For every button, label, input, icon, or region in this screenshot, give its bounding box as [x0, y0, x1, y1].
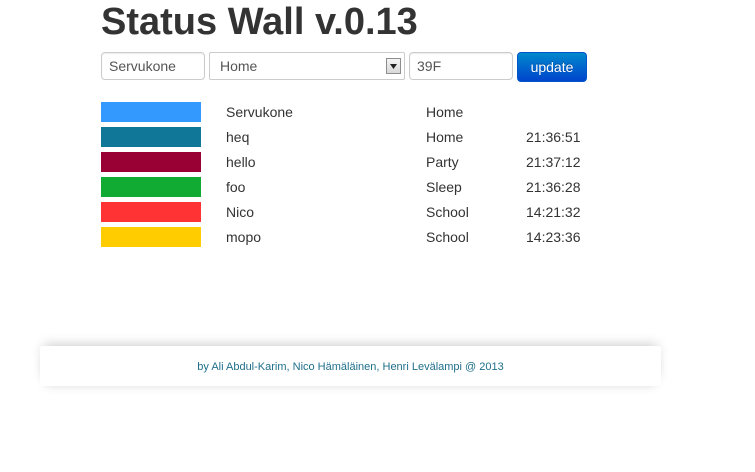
page-title: Status Wall v.0.13	[101, 1, 418, 43]
status-list: Servukone Home heq Home 21:36:51 hello Party 21…	[101, 100, 601, 250]
footer-credits: by Ali Abdul-Karim, Nico Hämäläinen, Hen…	[197, 361, 504, 373]
status-row: foo Sleep 21:36:28	[101, 175, 601, 200]
status-time: 21:36:51	[526, 129, 581, 145]
status-row: Nico School 14:21:32	[101, 200, 601, 225]
status-select[interactable]: Home	[209, 52, 405, 80]
status-row: heq Home 21:36:51	[101, 125, 601, 150]
status-time: 14:21:32	[526, 204, 581, 220]
status-color-swatch	[101, 227, 201, 247]
status-row: Servukone Home	[101, 100, 601, 125]
status-color-swatch	[101, 202, 201, 222]
footer: by Ali Abdul-Karim, Nico Hämäläinen, Hen…	[40, 346, 661, 386]
status-value: School	[426, 229, 469, 245]
status-select-value: Home	[220, 58, 258, 74]
status-color-swatch	[101, 152, 201, 172]
status-time: 14:23:36	[526, 229, 581, 245]
status-color-swatch	[101, 127, 201, 147]
status-user-name: Servukone	[226, 104, 293, 120]
status-value: Home	[426, 104, 464, 120]
status-user-name: Nico	[226, 204, 255, 220]
status-value: Sleep	[426, 179, 462, 195]
status-row: hello Party 21:37:12	[101, 150, 601, 175]
status-user-name: heq	[226, 129, 250, 145]
status-value: Home	[426, 129, 464, 145]
status-user-name: hello	[226, 154, 256, 170]
status-user-name: mopo	[226, 229, 262, 245]
status-wall-page: Status Wall v.0.13 Home update Servukone…	[0, 0, 755, 472]
status-time: 21:36:28	[526, 179, 581, 195]
status-time: 21:37:12	[526, 154, 581, 170]
update-button[interactable]: update	[517, 52, 587, 82]
status-value: School	[426, 204, 469, 220]
status-value: Party	[426, 154, 459, 170]
status-row: mopo School 14:23:36	[101, 225, 601, 250]
triangle-down-icon[interactable]	[386, 58, 401, 74]
name-input[interactable]	[101, 52, 205, 80]
status-color-swatch	[101, 102, 201, 122]
code-input[interactable]	[409, 52, 513, 80]
status-color-swatch	[101, 177, 201, 197]
status-user-name: foo	[226, 179, 246, 195]
